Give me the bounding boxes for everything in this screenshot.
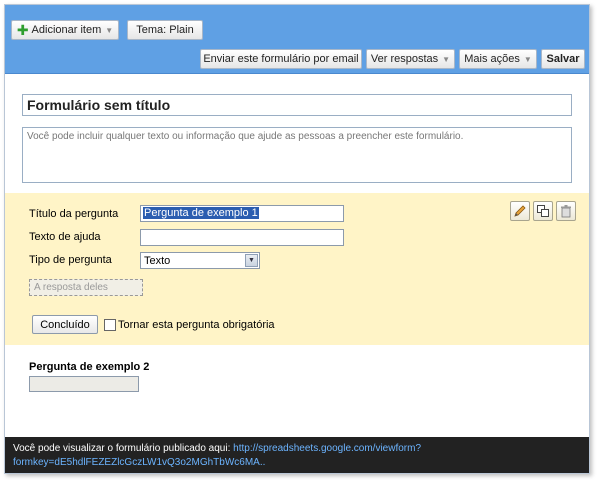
save-label: Salvar (546, 53, 580, 65)
theme-label: Tema: Plain (136, 24, 194, 36)
add-item-button[interactable]: ✚ Adicionar item ▼ (11, 20, 119, 40)
answer-preview-box: A resposta deles (29, 279, 143, 296)
pencil-icon (514, 205, 526, 217)
done-label: Concluído (40, 318, 90, 331)
help-text-input[interactable] (140, 229, 344, 246)
question-2-input[interactable] (29, 376, 139, 392)
plus-icon: ✚ (16, 22, 29, 38)
chevron-down-icon: ▼ (523, 54, 532, 64)
question-title-label: Título da pergunta (29, 208, 119, 220)
more-actions-label: Mais ações (464, 53, 520, 65)
question-type-select[interactable]: Texto ▼ (140, 252, 260, 269)
required-checkbox[interactable] (104, 319, 116, 331)
edit-question-button[interactable] (510, 201, 530, 221)
chevron-down-icon: ▼ (442, 54, 451, 64)
more-actions-button[interactable]: Mais ações ▼ (459, 49, 537, 69)
duplicate-question-button[interactable] (533, 201, 553, 221)
add-item-label: Adicionar item (31, 24, 102, 36)
question-type-value: Texto (144, 254, 171, 267)
view-responses-button[interactable]: Ver respostas ▼ (366, 49, 455, 69)
question-title-value: Pergunta de exemplo 1 (143, 207, 259, 219)
question-title-input[interactable]: Pergunta de exemplo 1 (140, 205, 344, 222)
toolbar: ✚ Adicionar item ▼ Tema: Plain Enviar es… (5, 5, 589, 74)
save-button[interactable]: Salvar (541, 49, 585, 69)
delete-question-button[interactable] (556, 201, 576, 221)
form-editor-window: ✚ Adicionar item ▼ Tema: Plain Enviar es… (4, 4, 590, 474)
question-editor-panel: Título da pergunta Pergunta de exemplo 1… (5, 193, 589, 345)
form-title-input[interactable]: Formulário sem título (22, 94, 572, 116)
trash-icon (561, 205, 571, 218)
question-2-label: Pergunta de exemplo 2 (29, 361, 150, 373)
email-form-label: Enviar este formulário por email (203, 53, 359, 65)
form-description-input[interactable]: Você pode incluir qualquer texto ou info… (22, 127, 572, 183)
duplicate-icon (537, 205, 549, 217)
chevron-down-icon: ▼ (245, 254, 258, 267)
chevron-down-icon: ▼ (105, 25, 114, 35)
help-text-label: Texto de ajuda (29, 231, 101, 243)
view-responses-label: Ver respostas (370, 53, 439, 65)
question-type-label: Tipo de pergunta (29, 254, 112, 266)
required-label: Tornar esta pergunta obrigatória (118, 319, 275, 331)
theme-button[interactable]: Tema: Plain (127, 20, 203, 40)
published-form-footer: Você pode visualizar o formulário public… (5, 437, 589, 473)
done-button[interactable]: Concluído (32, 315, 98, 334)
footer-text: Você pode visualizar o formulário public… (13, 443, 234, 454)
email-form-button[interactable]: Enviar este formulário por email (200, 49, 362, 69)
